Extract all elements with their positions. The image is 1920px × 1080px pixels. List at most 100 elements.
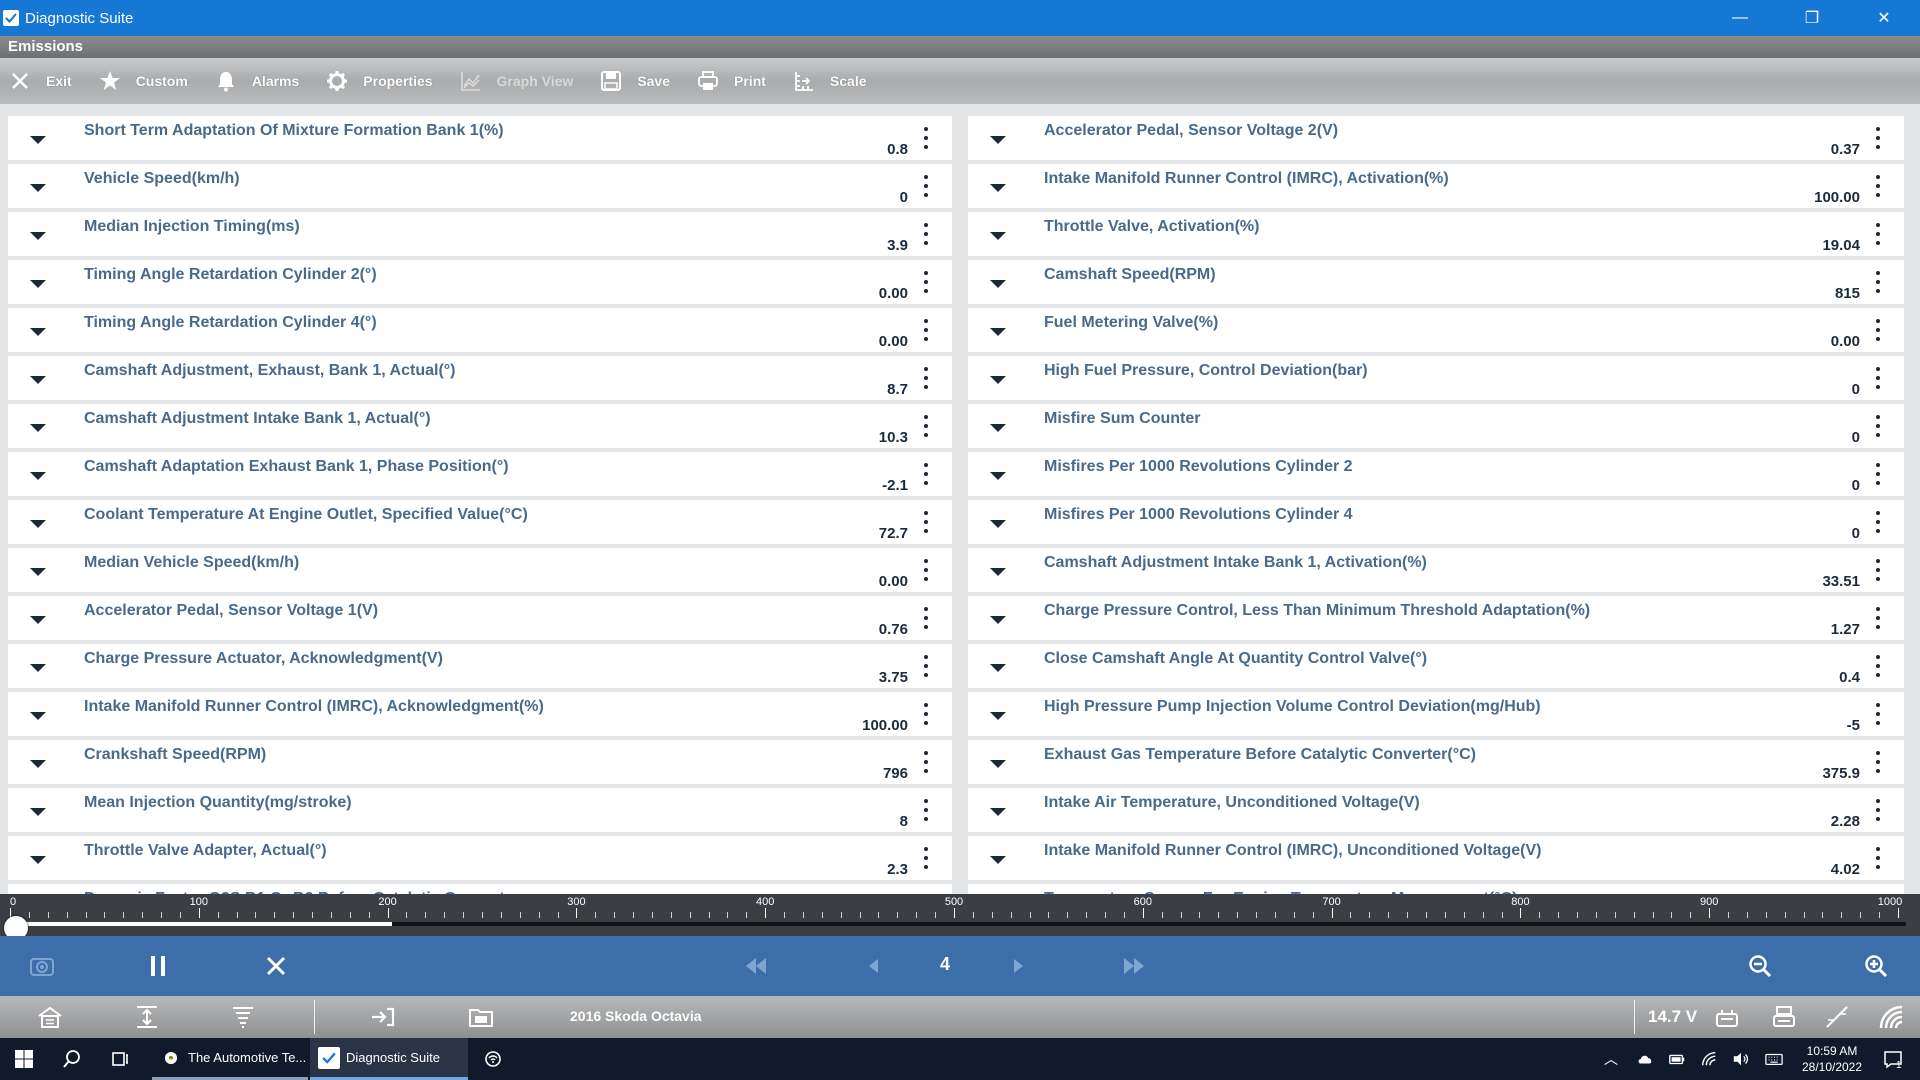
print-button[interactable]: Print (696, 69, 766, 93)
expand-arrow-icon[interactable] (30, 424, 46, 432)
more-options-icon[interactable] (1876, 607, 1880, 629)
expand-arrow-icon[interactable] (30, 568, 46, 576)
parameter-row[interactable]: Misfires Per 1000 Revolutions Cylinder 2… (968, 452, 1904, 496)
more-options-icon[interactable] (924, 175, 928, 197)
expand-arrow-icon[interactable] (990, 568, 1006, 576)
expand-arrow-icon[interactable] (990, 856, 1006, 864)
expand-arrow-icon[interactable] (990, 136, 1006, 144)
expand-all-button[interactable] (134, 1004, 160, 1030)
search-button[interactable] (61, 1048, 83, 1070)
minimize-button[interactable]: — (1704, 0, 1776, 36)
expand-arrow-icon[interactable] (990, 232, 1006, 240)
parameter-row[interactable]: Short Term Adaptation Of Mixture Formati… (8, 116, 952, 160)
more-options-icon[interactable] (1876, 751, 1880, 773)
properties-button[interactable]: Properties (325, 69, 433, 93)
parameter-row[interactable]: High Pressure Pump Injection Volume Cont… (968, 692, 1904, 736)
taskbar-app-chrome[interactable]: The Automotive Te... (152, 1038, 308, 1080)
parameter-row[interactable]: Fuel Metering Valve(%) 0.00 (968, 308, 1904, 352)
expand-arrow-icon[interactable] (30, 280, 46, 288)
expand-arrow-icon[interactable] (30, 472, 46, 480)
more-options-icon[interactable] (924, 847, 928, 869)
expand-arrow-icon[interactable] (990, 280, 1006, 288)
expand-arrow-icon[interactable] (990, 664, 1006, 672)
parameter-row[interactable]: Mean Injection Quantity(mg/stroke) 8 (8, 788, 952, 832)
expand-arrow-icon[interactable] (990, 520, 1006, 528)
parameter-row[interactable]: Median Injection Timing(ms) 3.9 (8, 212, 952, 256)
parameter-row[interactable]: Camshaft Adjustment Intake Bank 1, Activ… (968, 548, 1904, 592)
parameter-row[interactable]: Vehicle Speed(km/h) 0 (8, 164, 952, 208)
more-options-icon[interactable] (1876, 319, 1880, 341)
parameter-row[interactable]: Camshaft Adjustment Intake Bank 1, Actua… (8, 404, 952, 448)
parameter-row[interactable]: Accelerator Pedal, Sensor Voltage 2(V) 0.… (968, 116, 1904, 160)
files-button[interactable] (468, 1004, 494, 1030)
more-options-icon[interactable] (1876, 847, 1880, 869)
parameter-row[interactable]: Camshaft Adjustment, Exhaust, Bank 1, Ac… (8, 356, 952, 400)
expand-arrow-icon[interactable] (30, 616, 46, 624)
more-options-icon[interactable] (1876, 175, 1880, 197)
taskbar-app-diagnostic-suite[interactable]: Diagnostic Suite (310, 1038, 468, 1080)
previous-page-button[interactable] (860, 950, 888, 982)
close-window-button[interactable]: ✕ (1848, 0, 1920, 36)
expand-arrow-icon[interactable] (990, 424, 1006, 432)
more-options-icon[interactable] (924, 223, 928, 245)
expand-arrow-icon[interactable] (30, 808, 46, 816)
parameter-row[interactable]: Timing Angle Retardation Cylinder 2(°) 0.… (8, 260, 952, 304)
expand-arrow-icon[interactable] (990, 712, 1006, 720)
parameter-row[interactable]: Timing Angle Retardation Cylinder 4(°) 0.… (8, 308, 952, 352)
more-options-icon[interactable] (1876, 511, 1880, 533)
parameter-row[interactable]: Temperature Sensor For Engine Temperatur… (968, 884, 1904, 894)
keyboard-icon[interactable] (1764, 1050, 1784, 1068)
parameter-row[interactable]: Charge Pressure Actuator, Acknowledgment… (8, 644, 952, 688)
more-options-icon[interactable] (924, 319, 928, 341)
parameter-row[interactable]: Throttle Valve Adapter, Actual(°) 2.3 (8, 836, 952, 880)
network-icon[interactable] (1700, 1050, 1718, 1068)
first-page-button[interactable] (742, 950, 770, 982)
parameter-row[interactable]: Camshaft Speed(RPM) 815 (968, 260, 1904, 304)
pause-button[interactable] (144, 950, 172, 982)
expand-arrow-icon[interactable] (990, 760, 1006, 768)
expand-arrow-icon[interactable] (990, 184, 1006, 192)
volume-icon[interactable] (1732, 1050, 1750, 1068)
exit-button[interactable]: Exit (8, 69, 72, 93)
parameter-row[interactable]: Crankshaft Speed(RPM) 796 (8, 740, 952, 784)
parameter-row[interactable]: Close Camshaft Angle At Quantity Control… (968, 644, 1904, 688)
alarms-button[interactable]: Alarms (214, 69, 299, 93)
more-options-icon[interactable] (924, 367, 928, 389)
parameter-row[interactable]: Misfire Sum Counter 0 (968, 404, 1904, 448)
parameter-row[interactable]: Accelerator Pedal, Sensor Voltage 1(V) 0.… (8, 596, 952, 640)
onedrive-cloud-icon[interactable] (1636, 1050, 1654, 1068)
expand-arrow-icon[interactable] (30, 184, 46, 192)
more-options-icon[interactable] (1876, 463, 1880, 485)
more-options-icon[interactable] (924, 751, 928, 773)
expand-arrow-icon[interactable] (990, 472, 1006, 480)
expand-arrow-icon[interactable] (30, 328, 46, 336)
more-options-icon[interactable] (924, 127, 928, 149)
more-options-icon[interactable] (1876, 127, 1880, 149)
expand-arrow-icon[interactable] (30, 520, 46, 528)
expand-arrow-icon[interactable] (990, 376, 1006, 384)
parameter-row[interactable]: High Fuel Pressure, Control Deviation(ba… (968, 356, 1904, 400)
more-options-icon[interactable] (924, 463, 928, 485)
parameter-row[interactable]: Camshaft Adaptation Exhaust Bank 1, Phas… (8, 452, 952, 496)
expand-arrow-icon[interactable] (30, 664, 46, 672)
restore-button[interactable]: ❐ (1776, 0, 1848, 36)
expand-arrow-icon[interactable] (990, 328, 1006, 336)
more-options-icon[interactable] (924, 511, 928, 533)
expand-arrow-icon[interactable] (30, 760, 46, 768)
expand-arrow-icon[interactable] (990, 808, 1006, 816)
collapse-list-button[interactable] (230, 1004, 256, 1030)
more-options-icon[interactable] (1876, 415, 1880, 437)
more-options-icon[interactable] (1876, 703, 1880, 725)
expand-arrow-icon[interactable] (30, 712, 46, 720)
more-options-icon[interactable] (1876, 367, 1880, 389)
expand-arrow-icon[interactable] (30, 856, 46, 864)
task-view-button[interactable] (109, 1048, 131, 1070)
parameter-row[interactable]: Intake Manifold Runner Control (IMRC), A… (968, 164, 1904, 208)
parameter-row[interactable]: Coolant Temperature At Engine Outlet, Sp… (8, 500, 952, 544)
parameter-row[interactable]: Dynamic Factor O2S B1 Or B2 Before Catal… (8, 884, 952, 894)
connect-button[interactable] (370, 1004, 396, 1030)
more-options-icon[interactable] (924, 559, 928, 581)
parameter-row[interactable]: Misfires Per 1000 Revolutions Cylinder 4… (968, 500, 1904, 544)
parameter-row[interactable]: Intake Air Temperature, Unconditioned Vo… (968, 788, 1904, 832)
custom-button[interactable]: Custom (98, 69, 188, 93)
